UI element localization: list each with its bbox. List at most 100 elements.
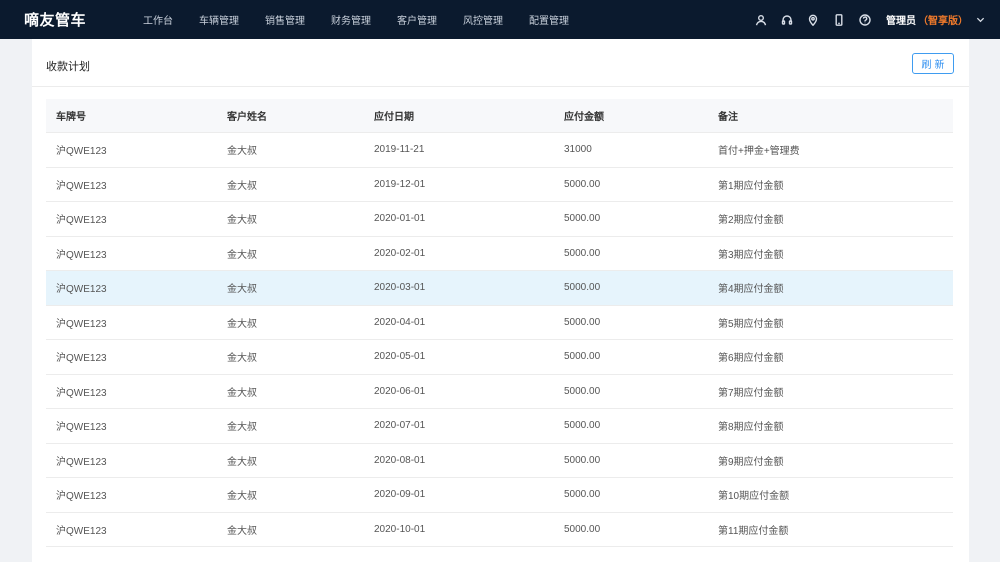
table-row[interactable]: 沪QWE123 金大叔 2019-12-01 5000.00 第1期应付金额	[46, 168, 953, 202]
cell-customer: 金大叔	[227, 318, 257, 330]
cell-plate: 沪QWE123	[56, 249, 107, 261]
table-row[interactable]: 沪QWE123 金大叔 2020-10-01 5000.00 第11期应付金额	[46, 513, 953, 547]
help-icon[interactable]	[858, 13, 872, 27]
payment-plan-panel: 收款计划 刷新 车牌号 客户姓名 应付日期 应付金额 备注 沪QWE123 金大叔…	[32, 39, 969, 562]
cell-due-date: 2020-10-01	[374, 523, 426, 535]
table-row[interactable]: 沪QWE123 金大叔 2020-01-01 5000.00 第2期应付金额	[46, 202, 953, 237]
column-header-customer: 客户姓名	[227, 112, 267, 123]
panel-header: 收款计划 刷新	[32, 39, 969, 87]
cell-amount: 31000	[564, 144, 592, 156]
cell-amount: 5000.00	[564, 385, 601, 397]
cell-note: 首付+押金+管理费	[718, 146, 800, 158]
cell-amount: 5000.00	[564, 316, 601, 328]
cell-note: 第8期应付金额	[718, 422, 784, 434]
cell-due-date: 2019-12-01	[374, 178, 426, 190]
user-icon[interactable]	[754, 13, 768, 27]
cell-plate: 沪QWE123	[56, 353, 107, 365]
cell-due-date: 2020-06-01	[374, 385, 426, 397]
nav-item-sales[interactable]: 销售管理	[265, 12, 305, 27]
column-header-amount: 应付金额	[564, 112, 604, 123]
cell-due-date: 2020-09-01	[374, 489, 426, 501]
table-body: 沪QWE123 金大叔 2019-11-21 31000 首付+押金+管理费 沪QWE12…	[46, 133, 953, 547]
cell-plate: 沪QWE123	[56, 456, 107, 468]
cell-due-date: 2019-11-21	[374, 144, 425, 156]
cell-note: 第11期应付金额	[718, 525, 789, 537]
nav-item-customers[interactable]: 客户管理	[397, 12, 437, 27]
cell-amount: 5000.00	[564, 420, 601, 432]
edition-badge: （智享版）	[918, 16, 968, 27]
cell-plate: 沪QWE123	[56, 284, 107, 296]
cell-customer: 金大叔	[227, 146, 257, 158]
nav-item-risk[interactable]: 风控管理	[463, 12, 503, 27]
cell-customer: 金大叔	[227, 491, 257, 503]
mobile-icon[interactable]	[832, 13, 846, 27]
toolbar: 管理员 （智享版）	[742, 0, 986, 39]
cell-customer: 金大叔	[227, 456, 257, 468]
cell-plate: 沪QWE123	[56, 146, 107, 158]
column-header-note: 备注	[718, 112, 738, 123]
table-header: 车牌号 客户姓名 应付日期 应付金额 备注	[46, 99, 953, 133]
cell-note: 第10期应付金额	[718, 491, 790, 503]
cell-due-date: 2020-01-01	[374, 213, 426, 225]
table-row[interactable]: 沪QWE123 金大叔 2020-09-01 5000.00 第10期应付金额	[46, 478, 953, 513]
cell-due-date: 2020-02-01	[374, 247, 426, 259]
cell-customer: 金大叔	[227, 215, 257, 227]
cell-note: 第3期应付金额	[718, 249, 784, 261]
cell-due-date: 2020-08-01	[374, 454, 426, 466]
table-row[interactable]: 沪QWE123 金大叔 2020-06-01 5000.00 第7期应付金额	[46, 375, 953, 409]
chevron-down-icon[interactable]	[976, 15, 986, 25]
cell-due-date: 2020-03-01	[374, 282, 426, 294]
cell-amount: 5000.00	[564, 282, 601, 294]
cell-customer: 金大叔	[227, 525, 257, 537]
cell-note: 第4期应付金额	[718, 284, 784, 296]
cell-plate: 沪QWE123	[56, 491, 107, 503]
table-row[interactable]: 沪QWE123 金大叔 2020-07-01 5000.00 第8期应付金额	[46, 409, 953, 444]
cell-due-date: 2020-05-01	[374, 351, 426, 363]
table-row[interactable]: 沪QWE123 金大叔 2020-04-01 5000.00 第5期应付金额	[46, 306, 953, 340]
refresh-button[interactable]: 刷新	[912, 53, 954, 74]
table-row[interactable]: 沪QWE123 金大叔 2020-02-01 5000.00 第3期应付金额	[46, 237, 953, 271]
cell-plate: 沪QWE123	[56, 180, 107, 192]
cell-amount: 5000.00	[564, 247, 601, 259]
cell-amount: 5000.00	[564, 351, 601, 363]
nav-item-finance[interactable]: 财务管理	[331, 12, 371, 27]
cell-due-date: 2020-07-01	[374, 420, 426, 432]
table-row[interactable]: 沪QWE123 金大叔 2020-08-01 5000.00 第9期应付金额	[46, 444, 953, 478]
column-header-plate: 车牌号	[56, 112, 86, 123]
cell-due-date: 2020-04-01	[374, 316, 426, 328]
nav-item-workbench[interactable]: 工作台	[143, 12, 173, 27]
user-menu[interactable]: 管理员 （智享版）	[886, 12, 986, 27]
column-header-due-date: 应付日期	[374, 112, 414, 123]
cell-note: 第2期应付金额	[718, 215, 784, 227]
cell-customer: 金大叔	[227, 422, 257, 434]
cell-plate: 沪QWE123	[56, 318, 107, 330]
panel-title: 收款计划	[46, 61, 90, 73]
cell-note: 第1期应付金额	[718, 180, 784, 192]
cell-amount: 5000.00	[564, 178, 601, 190]
cell-customer: 金大叔	[227, 353, 257, 365]
cell-customer: 金大叔	[227, 284, 257, 296]
cell-note: 第7期应付金额	[718, 387, 784, 399]
payment-plan-table: 车牌号 客户姓名 应付日期 应付金额 备注 沪QWE123 金大叔 2019-11-…	[46, 99, 953, 547]
cell-amount: 5000.00	[564, 454, 601, 466]
top-navigation-bar: 嘀友管车 工作台 车辆管理 销售管理 财务管理 客户管理 风控管理 配置管理 管…	[0, 0, 1000, 39]
headset-icon[interactable]	[780, 13, 794, 27]
cell-plate: 沪QWE123	[56, 387, 107, 399]
cell-note: 第6期应付金额	[718, 353, 784, 365]
cell-customer: 金大叔	[227, 180, 257, 192]
cell-plate: 沪QWE123	[56, 525, 107, 537]
cell-note: 第5期应付金额	[718, 318, 784, 330]
cell-plate: 沪QWE123	[56, 215, 107, 227]
table-row[interactable]: 沪QWE123 金大叔 2019-11-21 31000 首付+押金+管理费	[46, 133, 953, 168]
main-nav: 工作台 车辆管理 销售管理 财务管理 客户管理 风控管理 配置管理	[143, 0, 595, 39]
cell-amount: 5000.00	[564, 213, 601, 225]
table-row[interactable]: 沪QWE123 金大叔 2020-03-01 5000.00 第4期应付金额	[46, 271, 953, 306]
app-brand[interactable]: 嘀友管车	[24, 0, 86, 39]
nav-item-vehicles[interactable]: 车辆管理	[199, 12, 239, 27]
cell-amount: 5000.00	[564, 523, 601, 535]
cell-customer: 金大叔	[227, 387, 257, 399]
nav-item-config[interactable]: 配置管理	[529, 12, 569, 27]
table-row[interactable]: 沪QWE123 金大叔 2020-05-01 5000.00 第6期应付金额	[46, 340, 953, 375]
location-icon[interactable]	[806, 13, 820, 27]
cell-note: 第9期应付金额	[718, 456, 784, 468]
